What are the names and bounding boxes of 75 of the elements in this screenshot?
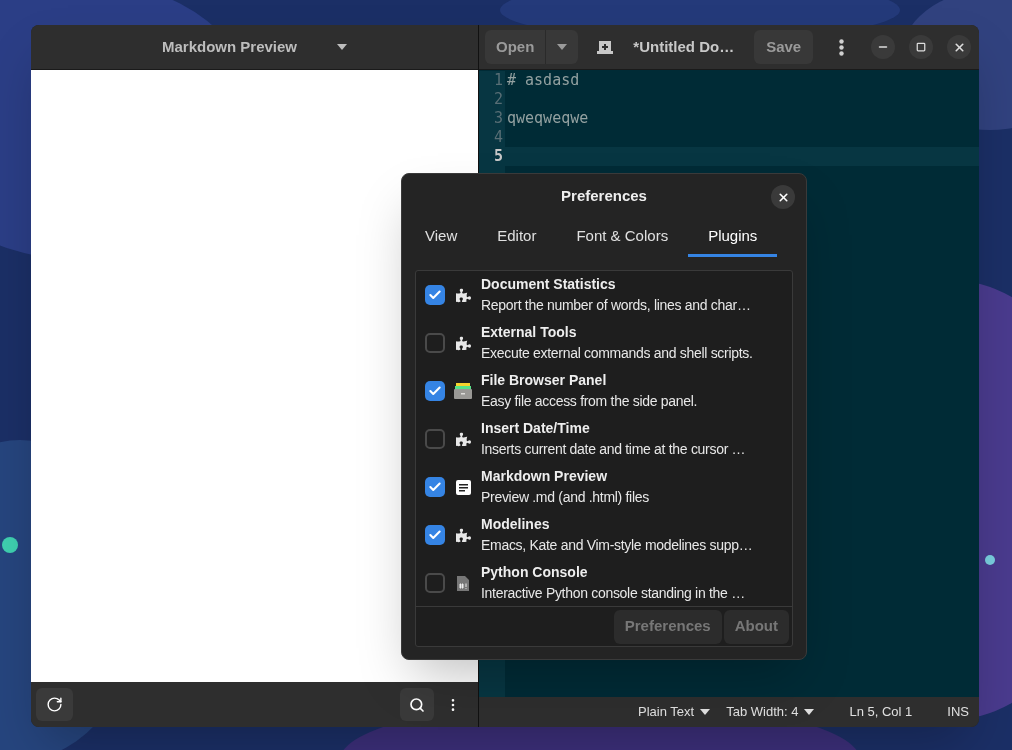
plugin-name: Modelines — [481, 515, 551, 534]
puzzle-icon — [455, 431, 471, 447]
tab[interactable]: Editor — [477, 219, 557, 257]
close-button[interactable] — [947, 35, 971, 59]
script-file-icon — [457, 575, 469, 591]
cursor-position: Ln 5, Col 1 — [849, 703, 913, 722]
plugin-description: Preview .md (and .html) files — [481, 488, 649, 507]
checkbox[interactable] — [425, 333, 445, 353]
checkbox[interactable] — [425, 573, 445, 593]
document-icon — [455, 479, 471, 495]
refresh-icon — [46, 696, 63, 713]
plugin-row[interactable]: Markdown Preview Preview .md (and .html) files — [416, 463, 792, 511]
search-icon — [409, 696, 425, 713]
check-icon — [428, 288, 442, 302]
checkbox[interactable] — [425, 429, 445, 449]
line-number: 4 — [479, 128, 505, 147]
more-icon — [838, 38, 844, 56]
close-icon — [952, 40, 966, 54]
caret-icon — [700, 709, 711, 715]
minimize-button[interactable] — [871, 35, 895, 59]
dialog-title: Preferences — [561, 186, 647, 207]
plugin-name: Python Console — [481, 563, 589, 582]
caret-icon — [337, 44, 347, 50]
insert-mode: INS — [947, 703, 969, 722]
tab[interactable]: Font & Colors — [556, 219, 689, 257]
plugin-name: File Browser Panel — [481, 371, 608, 390]
line-number: 2 — [479, 90, 505, 109]
plugin-row[interactable]: Modelines Emacs, Kate and Vim-style modelines supp… — [416, 511, 792, 559]
puzzle-icon — [455, 527, 471, 543]
tab[interactable]: Plugins — [688, 219, 778, 257]
check-icon — [428, 480, 442, 494]
pane-title[interactable]: Markdown Preview — [161, 35, 297, 59]
caret-icon — [557, 44, 568, 50]
plugin-name: Markdown Preview — [481, 467, 609, 486]
plugin-name: Document Statistics — [481, 275, 617, 294]
tab-width-selector[interactable]: Tab Width: 4 — [726, 702, 815, 722]
line-number: 3 — [479, 109, 505, 128]
search-button[interactable] — [400, 688, 434, 721]
plugin-description: Report the number of words, lines and char… — [481, 296, 751, 315]
line-number: 1 — [479, 71, 505, 90]
plugin-description: Inserts current date and time at the cursor … — [481, 440, 746, 459]
tab[interactable]: View — [405, 219, 478, 257]
file-drawer-icon — [454, 383, 472, 399]
plugin-name: External Tools — [481, 323, 578, 342]
plugin-description: Easy file access from the side panel. — [481, 392, 698, 411]
plugin-name: Insert Date/Time — [481, 419, 591, 438]
plugin-description: Emacs, Kate and Vim-style modelines supp… — [481, 536, 753, 555]
plugin-description: Execute external commands and shell scripts. — [481, 344, 753, 363]
checkbox[interactable] — [425, 381, 445, 401]
check-icon — [428, 384, 442, 398]
document-title: *Untitled Do… — [633, 36, 735, 57]
open-button[interactable]: Open — [485, 30, 547, 64]
plugin-row[interactable]: External Tools Execute external commands and shell scripts. — [416, 319, 792, 367]
code-line: # asdasd — [506, 71, 580, 90]
checkbox[interactable] — [425, 525, 445, 545]
language-selector[interactable]: Plain Text — [638, 702, 711, 722]
close-button[interactable] — [771, 185, 795, 209]
new-tab-icon[interactable] — [597, 40, 614, 54]
maximize-button[interactable] — [909, 35, 933, 59]
checkbox[interactable] — [425, 477, 445, 497]
close-icon — [776, 190, 790, 204]
plugin-row[interactable]: File Browser Panel Easy file access from the side panel. — [416, 367, 792, 415]
refresh-button[interactable] — [36, 688, 73, 721]
puzzle-icon — [455, 335, 471, 351]
checkbox[interactable] — [425, 285, 445, 305]
plugin-description: Interactive Python console standing in the … — [481, 584, 745, 603]
check-icon — [428, 528, 442, 542]
maximize-icon — [916, 42, 926, 52]
plugin-row[interactable]: Document Statistics Report the number of words, lines and char… — [416, 271, 792, 319]
code-line: qweqweqwe — [506, 109, 589, 128]
save-button[interactable]: Save — [754, 30, 814, 64]
plugin-row[interactable]: Python Console Interactive Python console standing in the … — [416, 559, 792, 606]
caret-icon — [804, 709, 815, 715]
plugin-row[interactable]: Insert Date/Time Inserts current date and time at the cursor … — [416, 415, 792, 463]
puzzle-icon — [455, 287, 471, 303]
